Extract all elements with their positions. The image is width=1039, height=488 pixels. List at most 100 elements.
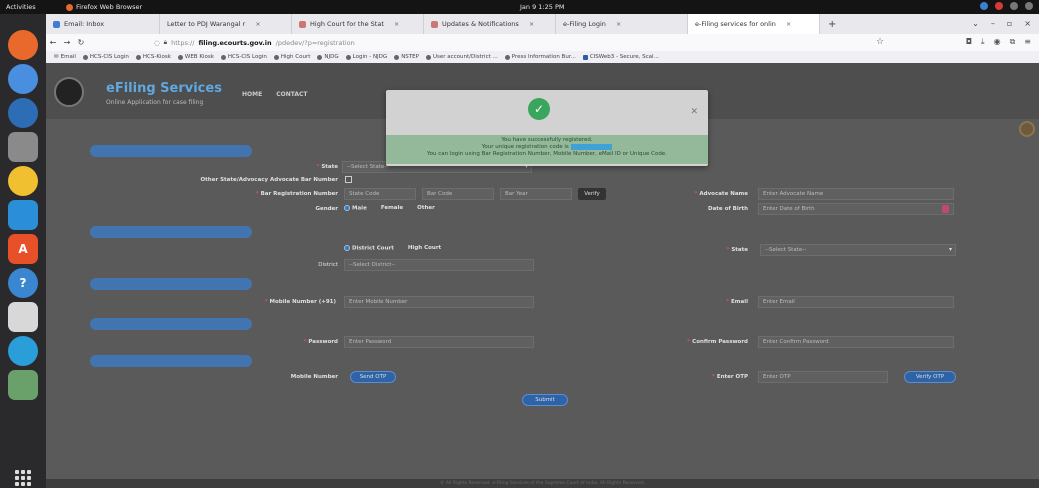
power-icon[interactable] [1025,2,1033,10]
nav-home[interactable]: HOME [242,91,262,98]
gender-other-radio[interactable]: Other [417,205,435,211]
check-icon: ✓ [528,98,550,120]
message-line-1: You have successfully registered. [501,137,593,143]
bookmark-item[interactable]: ✉ Email [54,54,76,60]
mobile-input[interactable]: Enter Mobile Number [344,296,534,308]
submit-button[interactable]: Submit [522,394,568,406]
extensions-icon[interactable]: ⧉ [1010,37,1016,47]
tab-letter-pdj[interactable]: Letter to PDJ Warangal r × [160,14,292,34]
otp-input[interactable]: Enter OTP [758,371,888,383]
bookmark-star-icon[interactable]: ☆ [876,37,884,47]
maximize-icon[interactable]: ▫ [1007,19,1012,28]
close-icon[interactable]: × [394,20,399,28]
chrome-dock-icon[interactable] [8,64,38,94]
enter-otp-label: * Enter OTP [711,374,748,380]
gender-male-radio[interactable]: Male [344,205,367,212]
bookmark-item[interactable]: Press Information Bur... [504,54,576,60]
bookmark-item[interactable]: HCS-CIS Login [82,54,129,60]
state2-select[interactable]: --Select State-- ▾ [760,244,956,256]
url-path: /pdedev/?p=registration [275,38,355,47]
calendar-icon[interactable] [942,205,949,213]
downloads-icon[interactable]: ⤓ [981,37,985,47]
bookmark-item[interactable]: NJDG [317,54,339,60]
email-input[interactable]: Enter Email [758,296,954,308]
bookmark-label: HCS-Kiosk [142,54,171,60]
telegram-dock-icon[interactable] [8,336,38,366]
toolbar-icons: ◘ ⤓ ◉ ⧉ ≡ [966,37,1031,47]
district-select[interactable]: --Select District-- [344,259,534,271]
globe-icon [317,54,323,60]
bookmark-label: NSTEP [401,54,419,60]
close-icon[interactable]: × [529,20,534,28]
high-court-radio[interactable]: High Court [408,245,441,251]
confirm-password-input[interactable]: Enter Confirm Password [758,336,954,348]
close-icon[interactable]: × [786,20,791,28]
browser-dock-icon[interactable] [8,98,38,128]
network-icon[interactable] [980,2,988,10]
volume-icon[interactable] [1010,2,1018,10]
court-radio-group: District Court High Court [344,245,441,252]
dob-input[interactable]: Enter Date of Birth [758,203,954,215]
clock[interactable]: Jan 9 1:25 PM [520,3,564,11]
send-otp-button[interactable]: Send OTP [350,371,396,383]
bookmark-item[interactable]: NSTEP [394,54,419,60]
url-bar[interactable]: ◌ 🔒︎ https://filing.ecourts.gov.in/pdede… [154,37,574,49]
nav-contact[interactable]: CONTACT [276,91,307,98]
bookmark-item[interactable]: Login - NJDG [345,54,387,60]
tab-high-court[interactable]: High Court for the Stat × [292,14,424,34]
other-state-checkbox[interactable] [345,176,352,183]
files-dock-icon[interactable] [8,132,38,162]
close-window-icon[interactable]: × [1024,19,1031,28]
bookmark-item[interactable]: WEB Kiosk [177,54,214,60]
help-icon[interactable] [1019,121,1035,137]
activities-button[interactable]: Activities [6,3,52,11]
site-brand[interactable]: eFiling Services [106,81,222,96]
system-tray[interactable] [980,2,1033,10]
writer-dock-icon[interactable] [8,200,38,230]
tab-efiling-services[interactable]: e-Filing services for onlin × [688,14,820,34]
bookmark-item[interactable]: HCS-CIS Login [220,54,267,60]
show-applications-icon[interactable] [15,470,31,486]
globe-icon [82,54,88,60]
verify-otp-button[interactable]: Verify OTP [904,371,956,383]
close-icon[interactable]: × [616,20,621,28]
tab-updates-notifications[interactable]: Updates & Notifications × [424,14,556,34]
bar-state-code-input[interactable]: State Code [344,188,416,200]
tab-efiling-login[interactable]: e-Filing Login × [556,14,688,34]
password-input[interactable]: Enter Password [344,336,534,348]
pocket-icon[interactable]: ◘ [966,37,972,47]
verify-button[interactable]: Verify [578,188,606,200]
back-icon[interactable]: ← [46,38,60,47]
tab-email-inbox[interactable]: Email: Inbox [46,14,160,34]
list-tabs-icon[interactable]: ⌄ [972,19,979,28]
help-dock-icon[interactable]: ? [8,268,38,298]
gender-female-radio[interactable]: Female [381,205,403,211]
mobile-number-label: Mobile Number [290,374,338,380]
advocate-name-input[interactable]: Enter Advocate Name [758,188,954,200]
account-icon[interactable]: ◉ [994,37,1001,47]
record-icon[interactable] [995,2,1003,10]
bookmark-item[interactable]: High Court [273,54,310,60]
tab-label: e-Filing services for onlin [695,20,776,28]
document-viewer-dock-icon[interactable] [8,302,38,332]
rhythmbox-dock-icon[interactable] [8,166,38,196]
app-menu[interactable]: Firefox Web Browser [66,3,142,11]
forward-icon[interactable]: → [60,38,74,47]
reload-icon[interactable]: ↻ [74,38,88,47]
emblem-logo [54,77,84,107]
new-tab-icon[interactable]: + [820,19,844,30]
menu-icon[interactable]: ≡ [1024,37,1031,47]
firefox-dock-icon[interactable] [8,30,38,60]
bookmark-item[interactable]: HCS-Kiosk [135,54,171,60]
software-dock-icon[interactable]: A [8,234,38,264]
trash-dock-icon[interactable] [8,370,38,400]
site-nav: HOME CONTACT [242,91,308,98]
minimize-icon[interactable]: – [991,19,995,28]
bookmark-item[interactable]: User account/District ... [425,54,498,60]
bar-year-input[interactable]: Bar Year [500,188,572,200]
bookmark-item[interactable]: CISWeb3 - Secure, Scal... [582,54,659,60]
close-icon[interactable]: × [255,20,260,28]
district-court-radio[interactable]: District Court [344,245,394,252]
bar-code-input[interactable]: Bar Code [422,188,494,200]
close-icon[interactable]: ✕ [690,107,698,117]
